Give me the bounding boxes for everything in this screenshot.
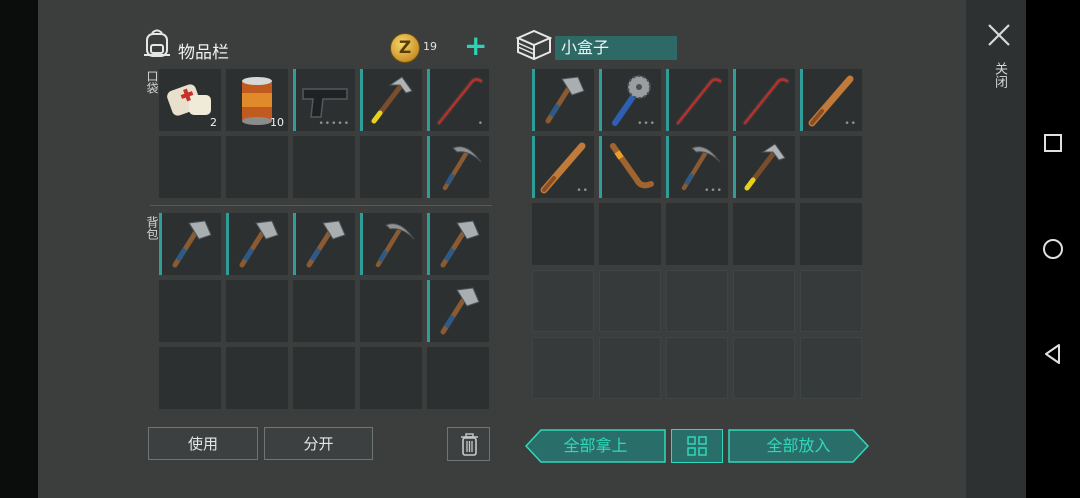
container-slot[interactable] [733,337,795,399]
container-slot[interactable] [532,69,594,131]
container-slot[interactable]: ••• [666,136,728,198]
backpack-slot[interactable] [159,213,221,275]
close-label[interactable]: 关闭 [990,62,1009,88]
pocket-slot[interactable] [159,136,221,198]
section-divider [150,205,492,206]
coin-counter: Z 19 + [390,32,490,63]
container-slot[interactable] [800,337,862,399]
container-slot[interactable] [733,69,795,131]
backpack-slot[interactable] [427,213,489,275]
pickaxe-icon [442,146,482,191]
backpack-slot[interactable] [360,213,422,275]
container-slot[interactable] [733,270,795,332]
backpack-slot[interactable] [360,347,422,409]
container-slot[interactable] [666,203,728,265]
axe-icon [239,220,279,268]
take-all-label: 全部拿上 [563,436,628,455]
container-slot[interactable] [532,203,594,265]
backpack-slot[interactable] [159,280,221,342]
crowbar-icon [742,76,790,126]
trash-icon [461,433,478,456]
add-coins-button[interactable]: + [464,32,487,62]
item-level-dots: •• [844,119,857,129]
hockey-stick-icon [610,143,654,189]
item-level-dots: ••• [704,186,723,196]
backpack-slot[interactable] [427,347,489,409]
axe-icon [545,76,585,124]
coin-count: 19 [423,40,437,53]
home-icon[interactable] [1041,237,1065,261]
backpack-slot[interactable] [360,280,422,342]
container-slot[interactable]: •• [800,69,862,131]
coin-icon: Z [390,33,420,63]
discard-button[interactable] [447,427,490,461]
put-all-button[interactable]: 全部放入 [728,429,869,463]
container-slot[interactable] [666,337,728,399]
pocket-slot[interactable] [360,69,422,131]
pocket-slot[interactable] [226,136,288,198]
item-level-dots: • [477,119,484,129]
container-slot[interactable] [800,270,862,332]
container-slot[interactable] [666,69,728,131]
item-quantity: 10 [270,116,284,129]
container-slot[interactable] [733,136,795,198]
hammer-icon [744,143,786,191]
container-slot[interactable]: ••• [599,69,661,131]
use-button[interactable]: 使用 [148,427,258,460]
pocket-slot[interactable] [427,136,489,198]
pocket-slot[interactable] [293,136,355,198]
backpack-slot[interactable] [159,347,221,409]
grid-sort-icon [687,436,707,456]
backpack-slot[interactable] [226,213,288,275]
back-icon[interactable] [1041,342,1065,366]
put-all-label: 全部放入 [766,436,831,455]
box-icon [516,29,552,61]
item-quantity: 2 [210,116,217,129]
pocket-slot[interactable]: • [427,69,489,131]
recent-apps-icon[interactable] [1041,131,1065,155]
hammer-icon [371,76,413,124]
take-all-button[interactable]: 全部拿上 [525,429,666,463]
crowbar-icon [675,76,723,126]
container-slot[interactable]: •• [532,136,594,198]
item-level-dots: ••••• [318,119,350,129]
backpack-slot[interactable] [226,280,288,342]
container-slot[interactable] [532,270,594,332]
container-slot[interactable] [666,270,728,332]
sort-button[interactable] [671,429,723,463]
backpack-slot[interactable] [427,280,489,342]
pocket-slot[interactable]: 2 [159,69,221,131]
container-slot[interactable] [733,203,795,265]
backpack-slot[interactable] [293,280,355,342]
axe-icon [440,220,480,268]
item-level-dots: •• [576,186,589,196]
backpack-slot[interactable] [226,347,288,409]
split-button[interactable]: 分开 [264,427,373,460]
pickaxe-icon [375,223,415,268]
item-level-dots: ••• [637,119,656,129]
container-slot[interactable] [599,136,661,198]
close-icon[interactable] [986,22,1012,48]
axe-icon [306,220,346,268]
container-slot[interactable] [599,337,661,399]
container-slot[interactable] [599,203,661,265]
pocket-slot[interactable]: ••••• [293,69,355,131]
container-slot[interactable] [800,136,862,198]
backpack-slot[interactable] [293,347,355,409]
inventory-title: 物品栏 [178,43,229,63]
axe-icon [172,220,212,268]
container-name[interactable]: 小盒子 [555,36,677,60]
pocket-slot[interactable] [360,136,422,198]
container-slot[interactable] [599,270,661,332]
container-slot[interactable] [532,337,594,399]
pocket-slot[interactable]: 10 [226,69,288,131]
axe-icon [440,287,480,335]
backpack-icon [144,29,170,57]
container-slot[interactable] [800,203,862,265]
backpack-slot[interactable] [293,213,355,275]
